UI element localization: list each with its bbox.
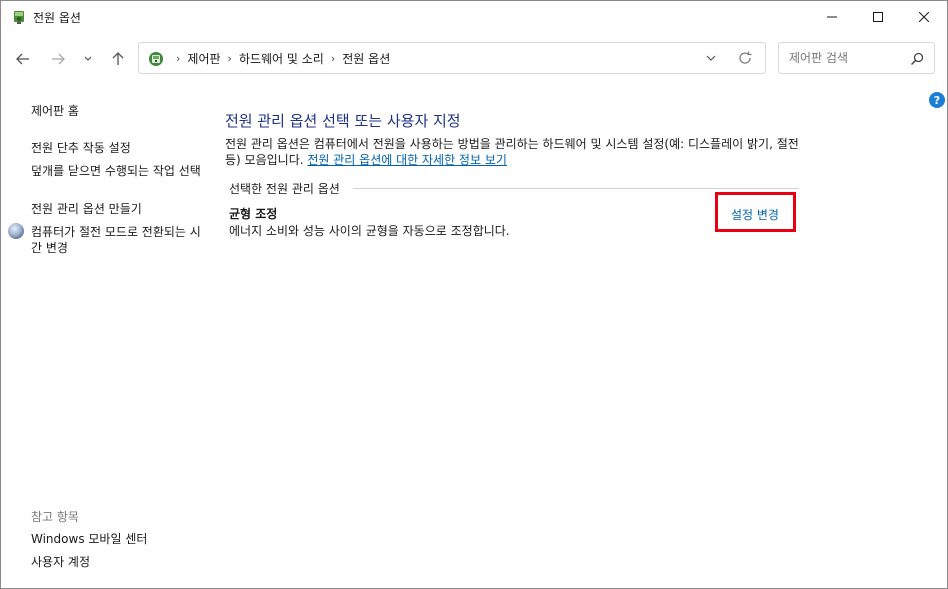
close-icon <box>919 12 929 22</box>
sidebar-item-sleep-timing[interactable]: 컴퓨터가 절전 모드로 전환되는 시간 변경 <box>31 224 201 256</box>
power-options-window: 전원 옵션 › 제어판 › 하드웨어 및 소리 › 전원 옵션 제어판 검색 ?… <box>0 0 948 589</box>
arrow-up-icon <box>112 52 124 65</box>
change-plan-settings-link[interactable]: 설정 변경 <box>731 206 779 223</box>
plan-name: 균형 조정 <box>229 207 278 221</box>
minimize-button[interactable] <box>809 1 855 33</box>
address-history-button[interactable] <box>702 49 720 67</box>
power-options-icon <box>14 11 24 24</box>
search-icon[interactable] <box>909 51 925 67</box>
forward-button[interactable] <box>46 47 70 71</box>
breadcrumb-separator-icon[interactable]: › <box>228 52 232 65</box>
see-also-heading: 참고 항목 <box>31 510 79 524</box>
title-bar: 전원 옵션 <box>1 1 947 33</box>
maximize-icon <box>873 12 883 22</box>
breadcrumb-separator-icon: › <box>176 51 181 65</box>
window-title: 전원 옵션 <box>33 11 81 25</box>
more-info-link[interactable]: 전원 관리 옵션에 대한 자세한 정보 보기 <box>307 153 507 167</box>
maximize-button[interactable] <box>855 1 901 33</box>
chevron-down-icon <box>84 56 92 61</box>
page-title: 전원 관리 옵션 선택 또는 사용자 지정 <box>225 112 461 130</box>
selected-plans-heading: 선택한 전원 관리 옵션 <box>229 180 346 197</box>
sidebar-item-lid-close-action[interactable]: 덮개를 닫으면 수행되는 작업 선택 <box>31 163 201 179</box>
address-bar[interactable]: › 제어판 › 하드웨어 및 소리 › 전원 옵션 <box>138 42 766 74</box>
breadcrumb-power-options[interactable]: 전원 옵션 <box>342 50 390 67</box>
sidebar-item-windows-mobility-center[interactable]: Windows 모바일 센터 <box>31 531 147 547</box>
refresh-icon <box>739 51 752 64</box>
plan-description: 에너지 소비와 성능 사이의 균형을 자동으로 조정합니다. <box>229 224 510 238</box>
navigation-bar: › 제어판 › 하드웨어 및 소리 › 전원 옵션 <box>1 39 947 79</box>
arrow-left-icon <box>16 53 29 65</box>
minimize-icon <box>827 16 837 18</box>
section-divider <box>353 188 799 189</box>
breadcrumb-separator-icon[interactable]: › <box>331 52 335 65</box>
arrow-right-icon <box>52 53 65 65</box>
shield-icon <box>8 223 24 239</box>
close-button[interactable] <box>901 1 947 33</box>
search-box[interactable] <box>778 42 935 74</box>
breadcrumb-hardware-sound[interactable]: 하드웨어 및 소리 <box>239 50 324 67</box>
breadcrumb-control-panel[interactable]: 제어판 <box>187 50 220 67</box>
search-input[interactable] <box>779 43 907 73</box>
control-panel-icon <box>149 52 163 66</box>
back-button[interactable] <box>11 47 35 71</box>
sidebar-control-panel-home[interactable]: 제어판 홈 <box>31 103 79 119</box>
sidebar-item-create-power-plan[interactable]: 전원 관리 옵션 만들기 <box>31 201 142 217</box>
up-button[interactable] <box>106 47 130 71</box>
help-icon[interactable]: ? <box>929 92 945 108</box>
breadcrumb: › 제어판 › 하드웨어 및 소리 › 전원 옵션 <box>169 43 390 73</box>
chevron-down-icon <box>706 55 716 61</box>
recent-locations-button[interactable] <box>79 47 97 71</box>
sidebar-item-power-button-settings[interactable]: 전원 단추 작동 설정 <box>31 140 131 156</box>
sidebar-item-user-accounts[interactable]: 사용자 계정 <box>31 554 90 570</box>
page-description: 전원 관리 옵션은 컴퓨터에서 전원을 사용하는 방법을 관리하는 하드웨어 및… <box>225 136 805 168</box>
refresh-button[interactable] <box>736 49 754 67</box>
